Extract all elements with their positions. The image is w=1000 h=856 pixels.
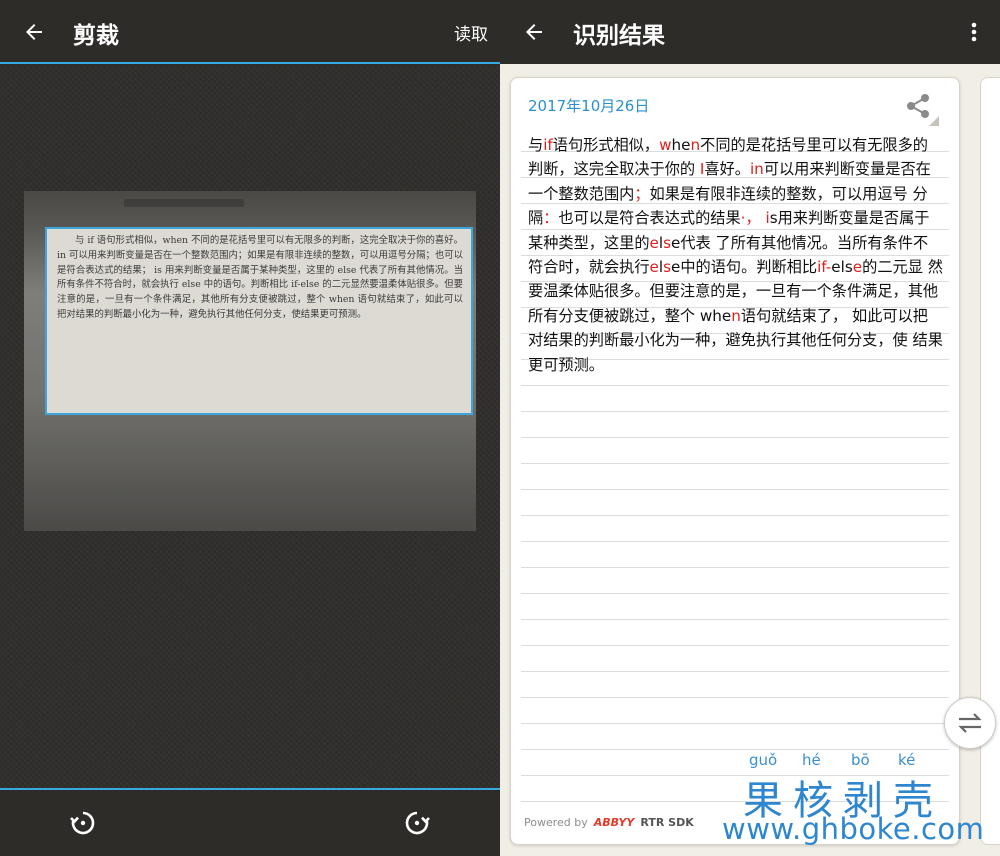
uncertain-char: s	[663, 233, 672, 252]
rotate-left-icon[interactable]	[64, 804, 102, 842]
cropped-text: 与 if 语句形式相似，when 不同的是花括号里可以有无限多的判断，这完全取决…	[57, 235, 463, 320]
powered-by: Powered by ABBYY RTR SDK	[524, 816, 694, 829]
watermark-url: www.ghboke.com	[722, 812, 985, 846]
text-segment: e中的语句。判断相比	[671, 258, 818, 277]
uncertain-char: w	[659, 136, 672, 154]
corner-fold	[929, 116, 939, 126]
watermark-pinyin: hé	[802, 751, 821, 769]
powered-by-label: Powered by	[524, 816, 588, 829]
text-segment: he	[671, 136, 691, 154]
page-title: 剪裁	[73, 23, 119, 49]
uncertain-char: n	[690, 136, 701, 154]
text-segment: 与	[528, 136, 544, 154]
uncertain-char: if-	[817, 258, 832, 277]
back-arrow-icon[interactable]	[14, 12, 54, 52]
uncertain-char: e	[649, 233, 659, 252]
watermark-pinyin: ké	[898, 751, 916, 769]
rotate-right-icon[interactable]	[398, 804, 436, 842]
crop-bottom-bar	[0, 788, 500, 856]
result-screen: 识别结果 2017年10月26日 与if语句形式相似，when不同的是花括号里可…	[500, 0, 1000, 856]
uncertain-char: e	[649, 258, 659, 277]
crop-app-bar: 剪裁 读取	[0, 0, 500, 64]
uncertain-char: if	[543, 136, 553, 154]
uncertain-char: ：	[543, 209, 559, 228]
result-card: 2017年10月26日 与if语句形式相似，when不同的是花括号里可以有无限多…	[510, 77, 960, 845]
recognized-text[interactable]: 与if语句形式相似，when不同的是花括号里可以有无限多的判断，这完全取决于你的…	[528, 133, 943, 377]
uncertain-char: n	[731, 306, 741, 325]
text-segment: els	[831, 258, 853, 277]
result-app-bar: 识别结果	[500, 0, 1000, 64]
text-segment: 喜好。	[704, 160, 750, 179]
more-vert-icon[interactable]	[956, 14, 992, 50]
watermark-pinyin: bō	[851, 751, 870, 769]
abbyy-logo: ABBYY	[593, 816, 635, 829]
read-button[interactable]: 读取	[454, 20, 488, 45]
crop-selection[interactable]: 与 if 语句形式相似，when 不同的是花括号里可以有无限多的判断，这完全取决…	[45, 227, 473, 415]
crop-screen: 剪裁 读取 与 if 语句形式相似，when 不同的是花括号里可以有无限多的判断…	[0, 0, 500, 856]
page-title: 识别结果	[573, 23, 665, 49]
swap-icon[interactable]	[944, 697, 996, 749]
uncertain-char: e	[852, 258, 863, 277]
uncertain-char: ·，	[740, 209, 761, 228]
text-segment: 也可以是符合表达式的结果	[558, 209, 741, 228]
back-arrow-icon[interactable]	[514, 12, 554, 52]
text-segment: 语句形式相似，	[552, 136, 660, 154]
sdk-label: RTR SDK	[640, 816, 694, 829]
uncertain-char: s	[663, 258, 672, 277]
uncertain-char: ；	[634, 184, 650, 203]
uncertain-char: in	[749, 160, 764, 179]
watermark-pinyin: guǒ	[749, 751, 778, 769]
result-date: 2017年10月26日	[528, 97, 650, 115]
